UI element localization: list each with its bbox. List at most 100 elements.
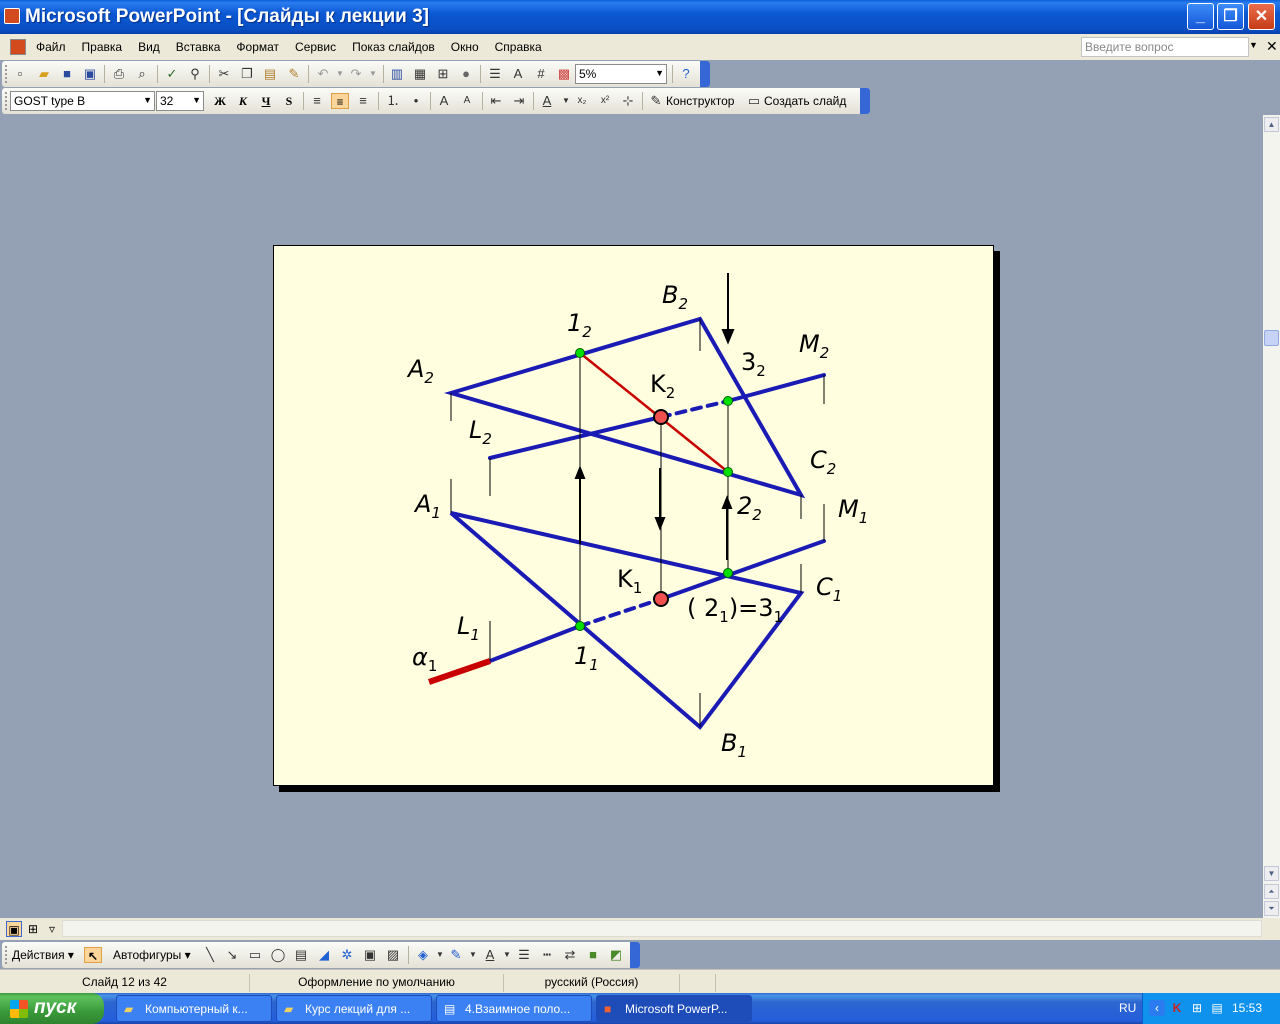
actions-menu[interactable]: Действия ▾: [12, 948, 74, 962]
superscript-icon[interactable]: x²: [597, 93, 613, 109]
toolbar-grip[interactable]: [5, 946, 8, 964]
document-close-icon[interactable]: ✕: [1266, 38, 1278, 55]
slide-canvas[interactable]: B2 12 32 M2 A2 K2 L2 C2 A1 22 M1 K1 C1 (…: [273, 245, 994, 786]
designer-icon[interactable]: ✎: [648, 93, 664, 109]
align-right-icon[interactable]: ≡: [355, 93, 371, 109]
font-color-icon[interactable]: A: [482, 947, 498, 963]
increase-font-icon[interactable]: A: [436, 93, 452, 109]
horizontal-scrollbar[interactable]: [62, 920, 1262, 937]
permission-icon[interactable]: ▣: [82, 66, 98, 82]
language-indicator[interactable]: RU: [1119, 1001, 1136, 1015]
research-icon[interactable]: ⚲: [187, 66, 203, 82]
taskbar-item-folder-1[interactable]: ▰ Компьютерный к...: [116, 995, 272, 1022]
toolbar-grip[interactable]: [5, 92, 8, 110]
paste-icon[interactable]: ▤: [262, 66, 278, 82]
new-slide-icon[interactable]: ▭: [746, 93, 762, 109]
line-icon[interactable]: ╲: [202, 947, 218, 963]
toolbar-options-icon[interactable]: [630, 942, 640, 968]
bold-button[interactable]: Ж: [211, 93, 229, 109]
undo-icon[interactable]: ↶: [315, 66, 331, 82]
oval-icon[interactable]: ◯: [270, 947, 286, 963]
menu-view[interactable]: Вид: [138, 40, 160, 54]
vertical-scroll-thumb[interactable]: [1264, 330, 1279, 346]
previous-slide-icon[interactable]: ⏶: [1264, 884, 1279, 899]
antivirus-icon[interactable]: K: [1169, 1000, 1185, 1016]
decrease-font-icon[interactable]: A: [459, 93, 475, 109]
autoshapes-menu[interactable]: Автофигуры ▾: [113, 948, 191, 962]
zoom-combo[interactable]: 5% ▼: [575, 64, 667, 84]
3d-style-icon[interactable]: ◩: [608, 947, 624, 963]
insert-chart-icon[interactable]: ▥: [389, 66, 405, 82]
align-left-icon[interactable]: ≡: [309, 93, 325, 109]
numbering-icon[interactable]: ⒈: [385, 93, 401, 109]
align-center-icon[interactable]: ≡: [331, 93, 349, 109]
clipart-icon[interactable]: ▣: [362, 947, 378, 963]
help-question-input[interactable]: Введите вопрос: [1081, 37, 1249, 57]
font-color-icon[interactable]: A: [539, 93, 555, 109]
open-icon[interactable]: ▰: [36, 66, 52, 82]
scroll-up-icon[interactable]: ▲: [1264, 117, 1279, 132]
minimize-button[interactable]: _: [1187, 3, 1214, 30]
taskbar-item-folder-2[interactable]: ▰ Курс лекций для ...: [276, 995, 432, 1022]
save-icon[interactable]: ■: [59, 66, 75, 82]
menu-window[interactable]: Окно: [451, 40, 479, 54]
start-button[interactable]: пуск: [0, 993, 104, 1024]
redo-icon[interactable]: ↷: [348, 66, 364, 82]
taskbar-item-powerpoint[interactable]: ■ Microsoft PowerP...: [596, 995, 752, 1022]
italic-button[interactable]: К: [234, 93, 252, 109]
expand-all-icon[interactable]: ☰: [487, 66, 503, 82]
slideshow-view-icon[interactable]: ▿: [44, 921, 60, 937]
undo-dropdown-icon[interactable]: ▼: [332, 66, 348, 82]
toolbar-grip[interactable]: [5, 65, 8, 83]
rectangle-icon[interactable]: ▭: [247, 947, 263, 963]
arrow-icon[interactable]: ↘: [224, 947, 240, 963]
menu-help[interactable]: Справка: [495, 40, 542, 54]
spelling-icon[interactable]: ✓: [164, 66, 180, 82]
new-slide-button[interactable]: Создать слайд: [764, 94, 846, 108]
designer-button[interactable]: Конструктор: [666, 94, 734, 108]
font-combo[interactable]: GOST type B ▼: [10, 91, 155, 111]
font-size-dropdown-icon[interactable]: ▼: [192, 95, 201, 105]
arrow-style-icon[interactable]: ⇄: [562, 947, 578, 963]
normal-view-icon[interactable]: ▣: [6, 921, 22, 937]
copy-icon[interactable]: ❐: [239, 66, 255, 82]
menu-slideshow[interactable]: Показ слайдов: [352, 40, 435, 54]
format-painter-icon[interactable]: ✎: [286, 66, 302, 82]
tables-borders-icon[interactable]: ⊞: [435, 66, 451, 82]
menu-edit[interactable]: Правка: [82, 40, 123, 54]
increase-indent-icon[interactable]: ⇥: [511, 93, 527, 109]
powerpoint-app-icon[interactable]: [4, 8, 20, 24]
print-icon[interactable]: ⎙: [111, 66, 127, 82]
network-icon[interactable]: ▤: [1209, 1000, 1225, 1016]
tray-back-icon[interactable]: ‹: [1149, 1000, 1165, 1016]
shadow-button[interactable]: S: [280, 93, 298, 109]
close-button[interactable]: ✕: [1248, 3, 1275, 30]
help-dropdown-icon[interactable]: ▼: [1249, 40, 1259, 50]
menu-format[interactable]: Формат: [236, 40, 279, 54]
font-color-dropdown-icon[interactable]: ▼: [558, 93, 574, 109]
color-grayscale-icon[interactable]: ▩: [556, 66, 572, 82]
line-color-dropdown-icon[interactable]: ▼: [465, 947, 481, 963]
decrease-indent-icon[interactable]: ⇤: [488, 93, 504, 109]
subscript-icon[interactable]: x₂: [574, 93, 590, 109]
help-icon[interactable]: ?: [678, 66, 694, 82]
fill-color-dropdown-icon[interactable]: ▼: [432, 947, 448, 963]
line-color-icon[interactable]: ✎: [448, 947, 464, 963]
wordart-icon[interactable]: ◢: [316, 947, 332, 963]
diagram-icon[interactable]: ✲: [339, 947, 355, 963]
bullets-icon[interactable]: •: [408, 93, 424, 109]
safely-remove-icon[interactable]: ⊞: [1189, 1000, 1205, 1016]
cut-icon[interactable]: ✂: [216, 66, 232, 82]
line-style-icon[interactable]: ☰: [516, 947, 532, 963]
redo-dropdown-icon[interactable]: ▼: [365, 66, 381, 82]
show-formatting-icon[interactable]: A: [510, 66, 526, 82]
textbox-icon[interactable]: ▤: [293, 947, 309, 963]
menu-insert[interactable]: Вставка: [176, 40, 221, 54]
maximize-button[interactable]: ❐: [1217, 3, 1244, 30]
new-icon[interactable]: ▫: [12, 66, 28, 82]
taskbar-item-word[interactable]: ▤ 4.Взаимное поло...: [436, 995, 592, 1022]
picture-icon[interactable]: ▨: [385, 947, 401, 963]
font-color-dropdown-icon[interactable]: ▼: [499, 947, 515, 963]
menu-file[interactable]: Файл: [36, 40, 66, 54]
vertical-scrollbar[interactable]: [1263, 115, 1280, 918]
